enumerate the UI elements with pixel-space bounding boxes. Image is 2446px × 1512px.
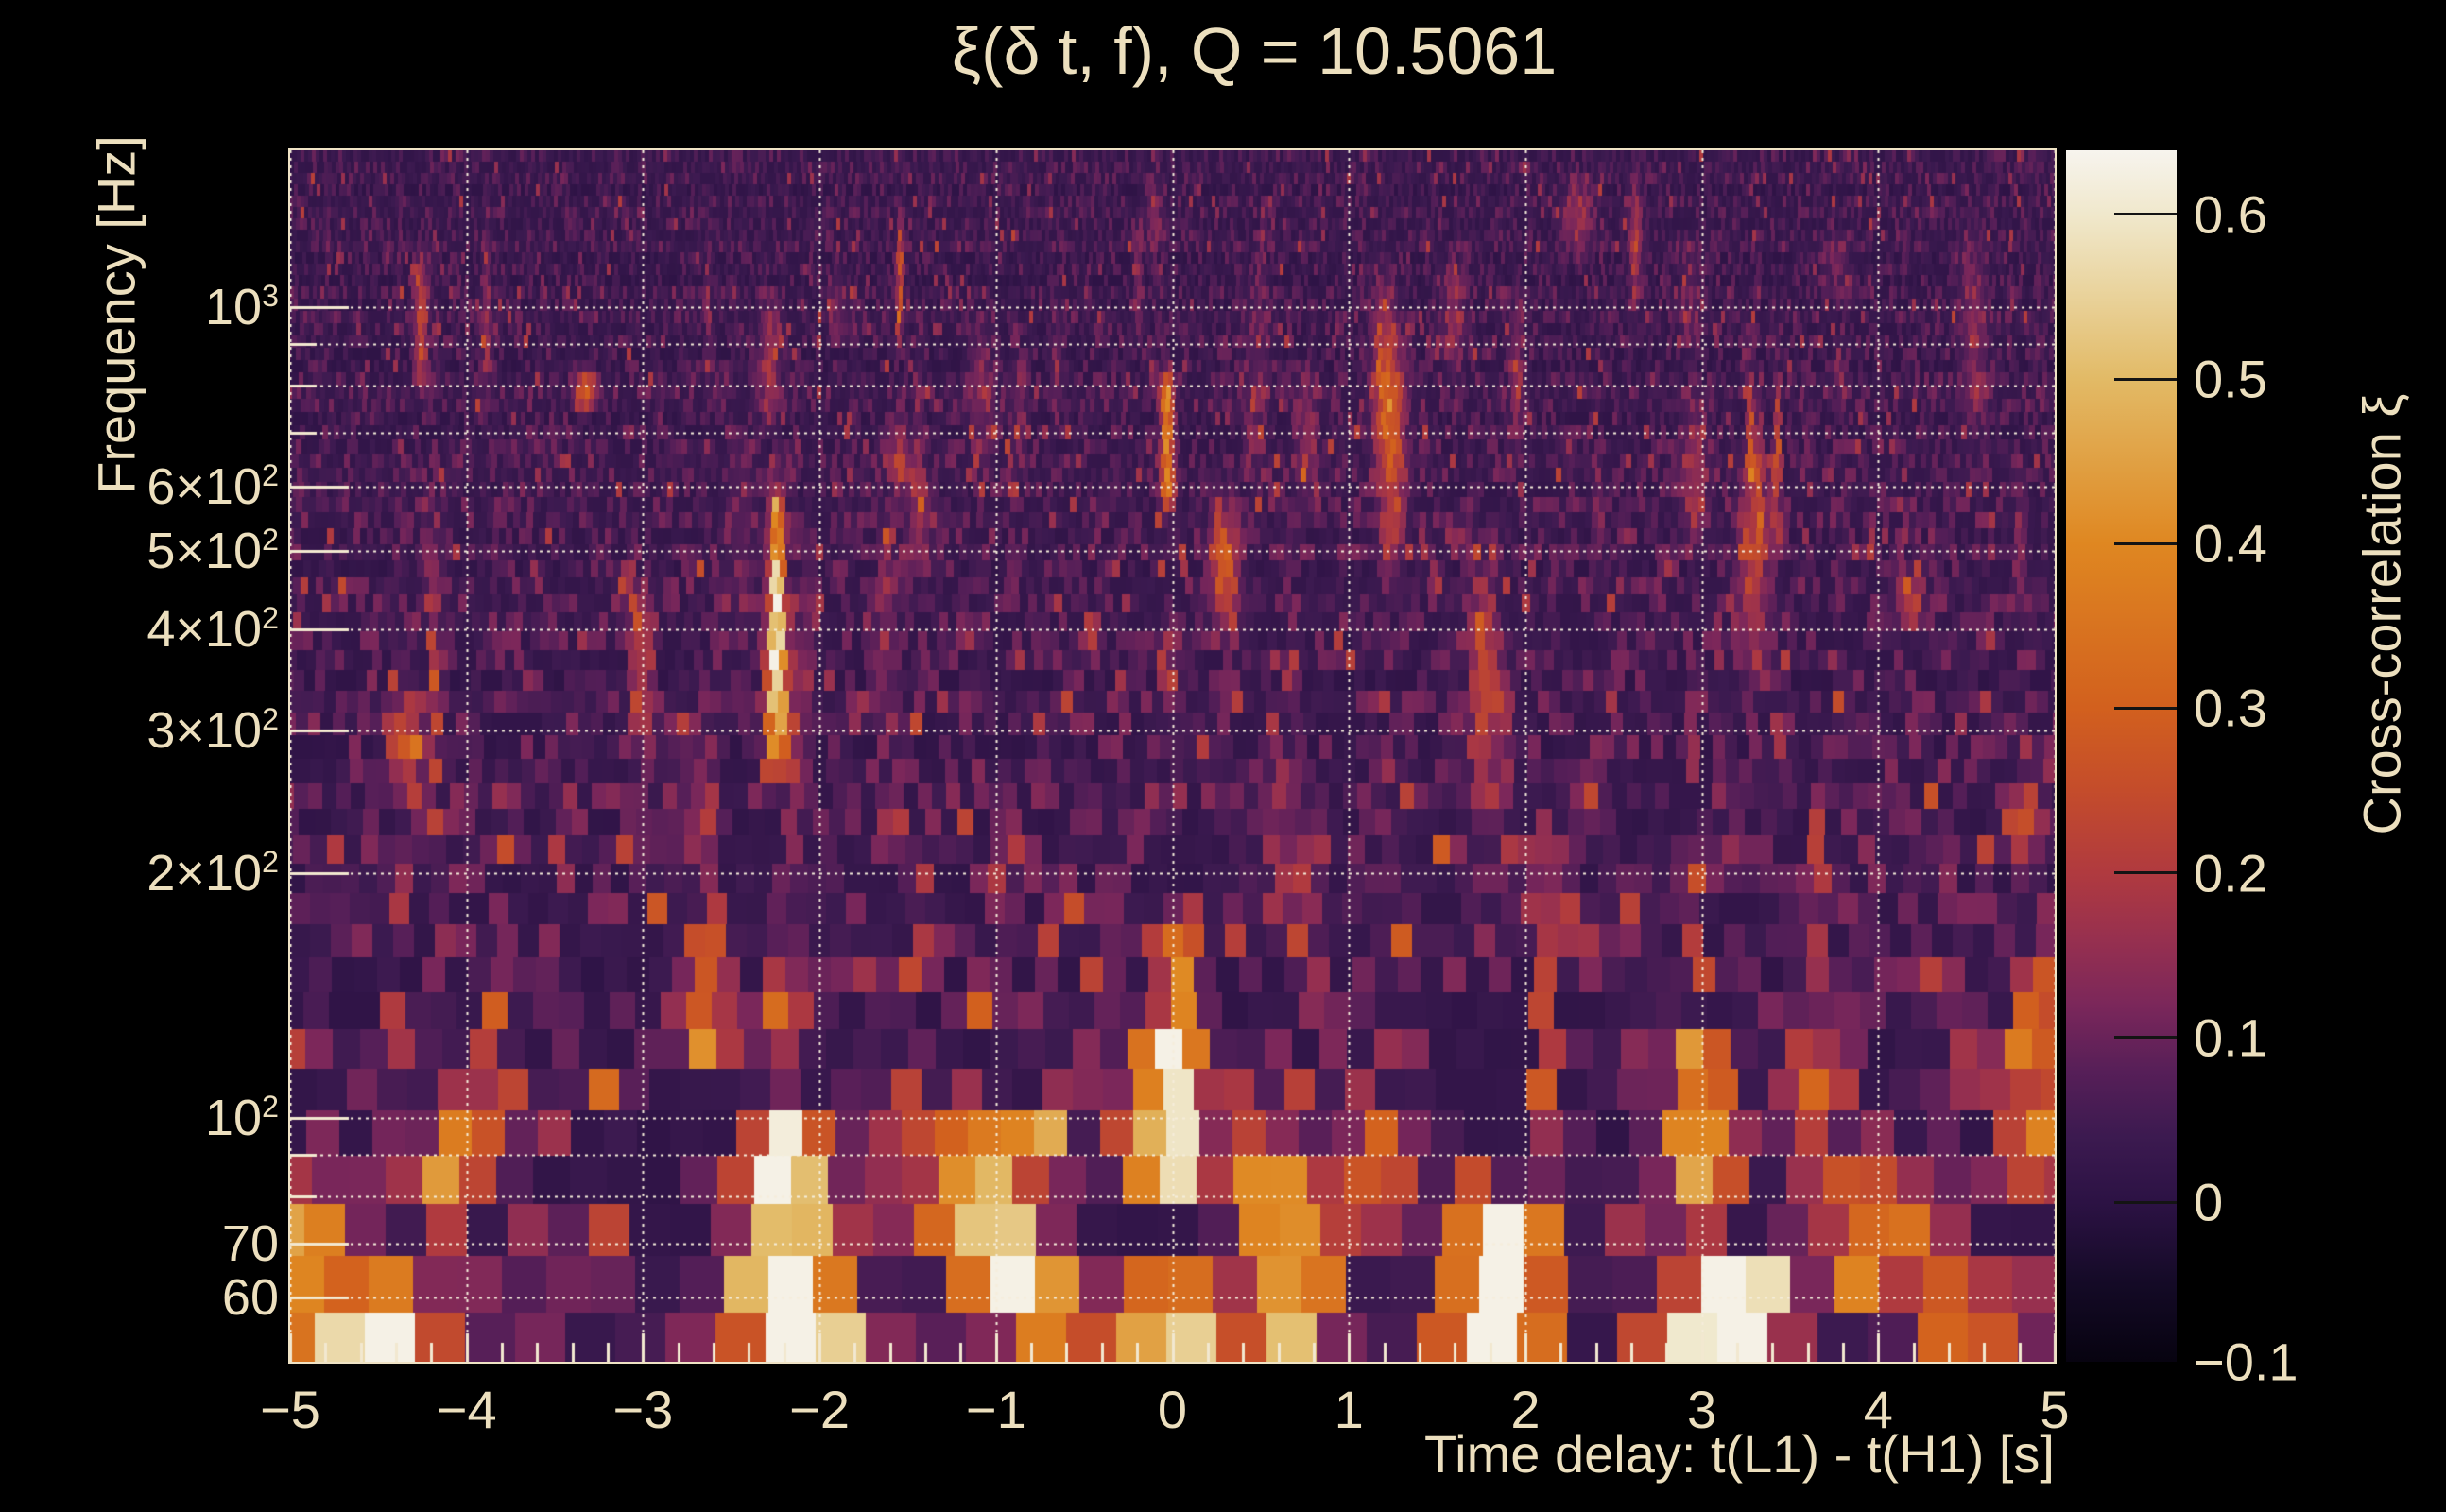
colorbar-tick-0.2 <box>2114 871 2177 874</box>
y-tick-label-70: 70 <box>222 1214 279 1273</box>
x-tick-label--1: −1 <box>966 1379 1026 1440</box>
qscan-cross-correlation-figure: ξ(δ t, f), Q = 10.5061 Frequency [Hz] 10… <box>0 0 2446 1512</box>
colorbar-tick-label-0.1: 0.1 <box>2194 1006 2267 1068</box>
colorbar-tick-label-0.6: 0.6 <box>2194 183 2267 245</box>
y-tick-label-600: 6×102 <box>146 457 279 516</box>
colorbar-tick-label-0.2: 0.2 <box>2194 842 2267 903</box>
x-axis-title: Time delay: t(L1) - t(H1) [s] <box>1424 1423 2055 1485</box>
colorbar-tick-label-0: 0 <box>2194 1172 2223 1233</box>
colorbar-gradient <box>2066 150 2177 1362</box>
colorbar-tick-label-0.3: 0.3 <box>2194 678 2267 739</box>
colorbar-title: Cross-correlation ξ <box>2351 394 2413 835</box>
chart-title: ξ(δ t, f), Q = 10.5061 <box>952 13 1557 89</box>
colorbar-tick-0 <box>2114 1201 2177 1204</box>
colorbar-tick-0.4 <box>2114 542 2177 545</box>
colorbar-tick-0.6 <box>2114 213 2177 215</box>
y-axis-title: Frequency [Hz] <box>86 135 147 494</box>
y-tick-label-60: 60 <box>222 1268 279 1327</box>
heatmap-canvas <box>290 150 2055 1362</box>
y-tick-label-500: 5×102 <box>146 522 279 580</box>
y-tick-label-300: 3×102 <box>146 701 279 760</box>
colorbar-tick-0.3 <box>2114 707 2177 710</box>
y-tick-label-400: 4×102 <box>146 600 279 659</box>
x-tick-label-0: 0 <box>1158 1379 1187 1440</box>
y-tick-label-200: 2×102 <box>146 844 279 902</box>
colorbar-tick-0.1 <box>2114 1036 2177 1039</box>
colorbar-tick-label-0.4: 0.4 <box>2194 513 2267 575</box>
x-tick-label-1: 1 <box>1335 1379 1364 1440</box>
x-tick-label--2: −2 <box>789 1379 850 1440</box>
colorbar-tick-0.5 <box>2114 378 2177 381</box>
x-tick-label--5: −5 <box>260 1379 320 1440</box>
y-tick-label-100: 102 <box>205 1089 279 1147</box>
x-tick-label--3: −3 <box>612 1379 673 1440</box>
x-tick-label--4: −4 <box>437 1379 497 1440</box>
colorbar-tick-label-−0.1: −0.1 <box>2194 1332 2299 1393</box>
y-tick-label-1000: 103 <box>205 278 279 336</box>
colorbar-tick-label-0.5: 0.5 <box>2194 349 2267 410</box>
